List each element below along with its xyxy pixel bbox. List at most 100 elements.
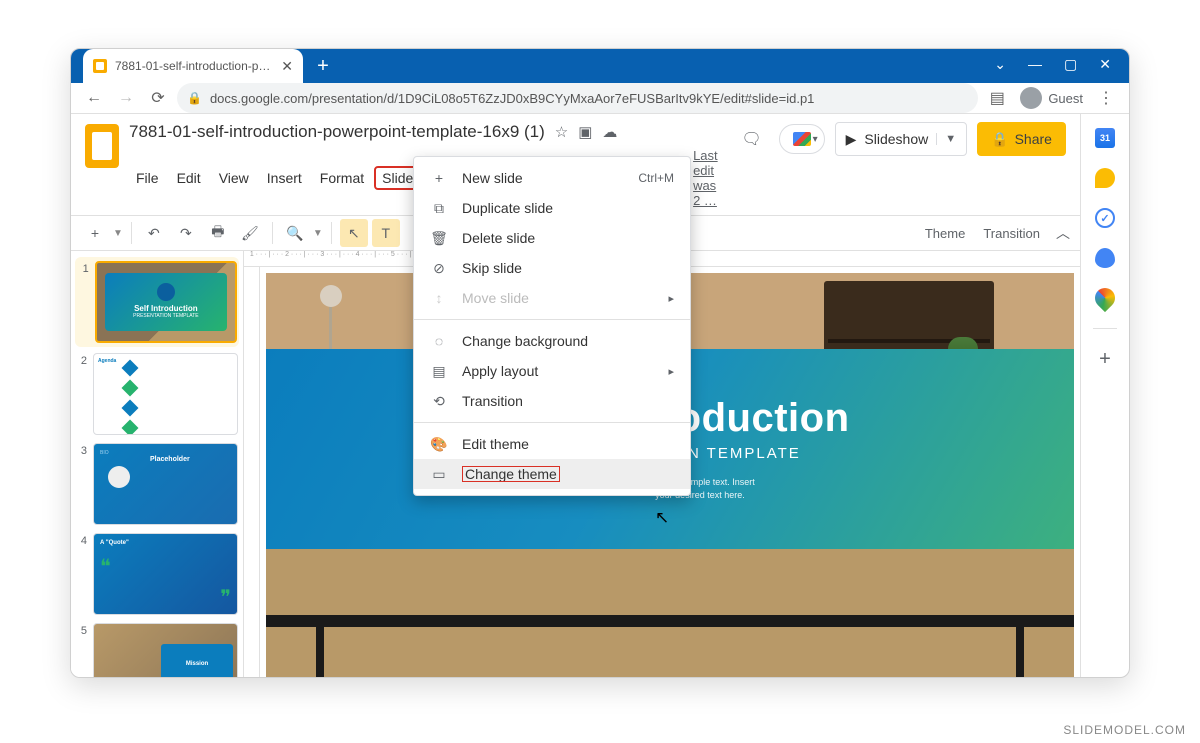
back-icon[interactable]: ← (81, 85, 107, 111)
menu-format[interactable]: Format (313, 167, 371, 189)
menu-edit[interactable]: Edit (170, 167, 208, 189)
slideshow-label: Slideshow (864, 131, 928, 147)
new-slide-dropdown-icon[interactable]: ▼ (113, 228, 123, 239)
thumb-3-ph: Placeholder (150, 456, 190, 463)
thumb-1-subtitle: PRESENTATION TEMPLATE (133, 313, 198, 319)
slideshow-button[interactable]: ▶ Slideshow ▼ (835, 122, 968, 156)
zoom-button[interactable]: 🔍 (281, 219, 309, 247)
window-controls: ⌄ — ▢ ✕ (994, 56, 1129, 83)
thumb-5[interactable]: 5 Mission (75, 623, 239, 678)
maps-icon[interactable] (1091, 284, 1119, 312)
share-button[interactable]: 🔒 Share (977, 122, 1066, 156)
cloud-icon[interactable]: ☁ (602, 123, 617, 141)
url-text: docs.google.com/presentation/d/1D9CiL08o… (210, 91, 814, 106)
menu-duplicate-slide[interactable]: ⧉Duplicate slide (414, 193, 690, 223)
palette-icon: 🎨 (430, 436, 448, 453)
menu-file[interactable]: File (129, 167, 166, 189)
menu-delete-slide[interactable]: 🗑 Delete slide (414, 223, 690, 253)
new-slide-button[interactable]: + (81, 219, 109, 247)
reading-list-icon[interactable]: ▤ (984, 85, 1010, 111)
kebab-menu-icon[interactable]: ⋮ (1093, 85, 1119, 111)
new-tab-button[interactable]: + (309, 52, 337, 80)
menu-apply-layout[interactable]: ▤Apply layout▸ (414, 356, 690, 386)
menu-change-theme[interactable]: ▭ Change theme (414, 459, 690, 489)
thumb-number: 2 (75, 353, 87, 435)
forward-icon[interactable]: → (113, 85, 139, 111)
submenu-arrow-icon: ▸ (668, 292, 674, 305)
transition-icon: ⟲ (430, 393, 448, 410)
maximize-icon[interactable]: ▢ (1064, 56, 1077, 73)
thumb-5-label: Mission (161, 644, 233, 678)
thumb-3-label: BIO (100, 450, 109, 456)
menu-change-background[interactable]: ◌ Change background (414, 326, 690, 356)
move-icon: ↕ (430, 290, 448, 306)
profile-chip[interactable]: Guest (1020, 87, 1083, 109)
thumb-3[interactable]: 3 BIO Placeholder (75, 443, 239, 525)
theme-button[interactable]: Theme (925, 226, 965, 241)
thumb-4-label: A "Quote" (100, 540, 129, 546)
menu-skip-label: Skip slide (462, 260, 522, 276)
menu-insert[interactable]: Insert (260, 167, 309, 189)
browser-tab[interactable]: 7881-01-self-introduction-powe ✕ (83, 49, 303, 83)
minimize-icon[interactable]: — (1028, 56, 1042, 73)
redo-button[interactable]: ↷ (172, 219, 200, 247)
transition-button[interactable]: Transition (983, 226, 1040, 241)
drop-icon: ◌ (430, 333, 448, 349)
theme-icon: ▭ (430, 466, 448, 483)
slideshow-dropdown-icon[interactable]: ▼ (936, 133, 956, 145)
menu-new-slide[interactable]: +New slideCtrl+M (414, 163, 690, 193)
tasks-icon[interactable] (1095, 208, 1115, 228)
slide-menu-dropdown: +New slideCtrl+M ⧉Duplicate slide 🗑 Delet… (413, 156, 691, 496)
menu-change-theme-label: Change theme (462, 466, 560, 482)
layout-icon: ▤ (430, 363, 448, 380)
menu-skip-slide[interactable]: ⊘ Skip slide (414, 253, 690, 283)
chevron-down-icon[interactable]: ⌄ (994, 56, 1006, 73)
add-on-icon[interactable]: + (1095, 349, 1115, 369)
textbox-tool[interactable]: T (372, 219, 400, 247)
menu-move-slide: ↕Move slide▸ (414, 283, 690, 313)
comments-icon[interactable]: 🗨 (735, 122, 769, 156)
close-tab-icon[interactable]: ✕ (281, 58, 293, 75)
vertical-ruler (244, 267, 260, 678)
thumb-number: 1 (77, 261, 89, 343)
undo-button[interactable]: ↶ (140, 219, 168, 247)
menu-edit-theme-label: Edit theme (462, 436, 529, 452)
collapse-right-icon[interactable]: ︿ (1056, 223, 1070, 243)
avatar-icon (1020, 87, 1042, 109)
meet-button[interactable] (779, 124, 825, 154)
select-tool[interactable]: ↖ (340, 219, 368, 247)
lock-icon: 🔒 (991, 131, 1008, 148)
zoom-dropdown-icon[interactable]: ▼ (313, 228, 323, 239)
menu-change-bg-label: Change background (462, 333, 588, 349)
thumb-1[interactable]: 1 Self IntroductionPRESENTATION TEMPLATE (75, 257, 239, 347)
paint-format-button[interactable]: 🖌 (236, 219, 264, 247)
last-edit-link[interactable]: Last edit was 2 … (686, 145, 725, 211)
menu-delete-label: Delete slide (462, 230, 535, 246)
plus-icon: + (430, 170, 448, 186)
play-icon: ▶ (846, 131, 857, 148)
contacts-icon[interactable] (1095, 248, 1115, 268)
slides-logo-icon[interactable] (85, 124, 119, 168)
menu-transition[interactable]: ⟲Transition (414, 386, 690, 416)
move-icon[interactable]: ▣ (578, 123, 592, 141)
chair-graphic (654, 677, 724, 678)
print-button[interactable]: 🖶 (204, 219, 232, 247)
keep-icon[interactable] (1095, 168, 1115, 188)
thumb-number: 3 (75, 443, 87, 525)
trash-icon: 🗑 (430, 230, 448, 247)
thumb-2[interactable]: 2 Agenda (75, 353, 239, 435)
thumb-number: 4 (75, 533, 87, 615)
doc-title[interactable]: 7881-01-self-introduction-powerpoint-tem… (129, 122, 545, 142)
skip-icon: ⊘ (430, 260, 448, 277)
submenu-arrow-icon: ▸ (668, 365, 674, 378)
reload-icon[interactable]: ⟳ (145, 85, 171, 111)
address-bar: ← → ⟳ 🔒 docs.google.com/presentation/d/1… (71, 83, 1129, 114)
thumb-4[interactable]: 4 A "Quote"❝❞ (75, 533, 239, 615)
lamp-graphic (314, 285, 348, 355)
close-window-icon[interactable]: ✕ (1099, 56, 1111, 73)
calendar-icon[interactable] (1095, 128, 1115, 148)
menu-edit-theme[interactable]: 🎨 Edit theme (414, 429, 690, 459)
menu-view[interactable]: View (212, 167, 256, 189)
omnibox[interactable]: 🔒 docs.google.com/presentation/d/1D9CiL0… (177, 83, 978, 113)
star-icon[interactable]: ☆ (555, 123, 568, 141)
